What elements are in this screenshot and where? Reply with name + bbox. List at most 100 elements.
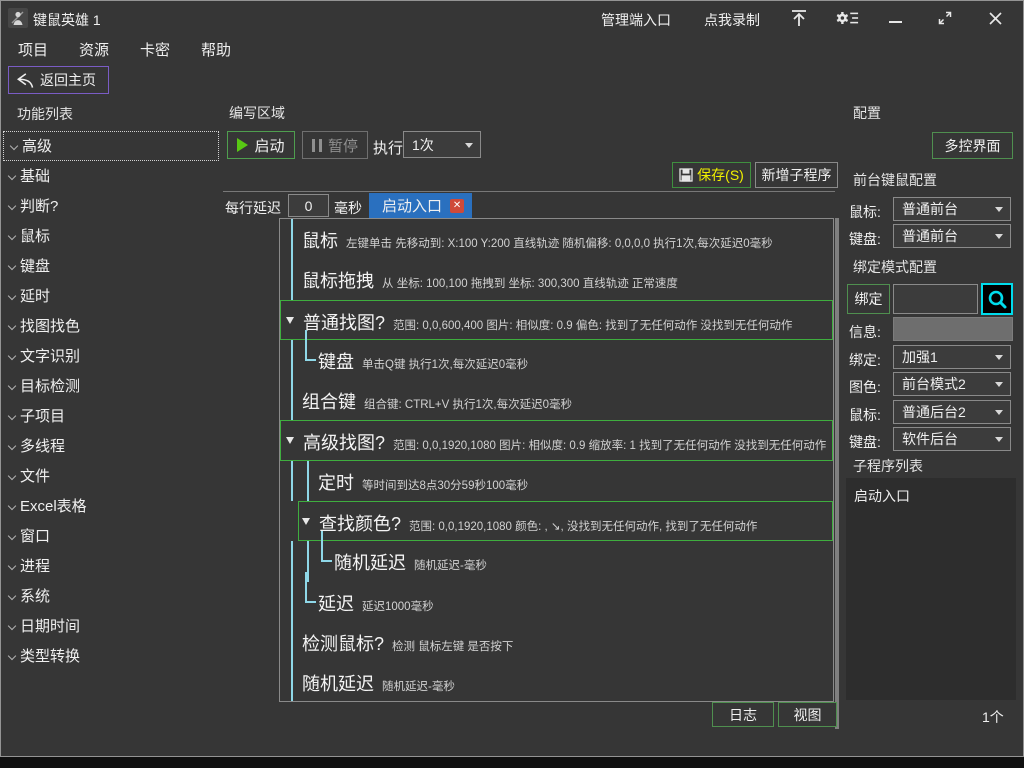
tab-close-icon[interactable]: ✕ (450, 199, 464, 213)
menu-item-项目[interactable]: 项目 (18, 35, 49, 63)
step-row[interactable]: 12随机延迟随机延迟-毫秒 (280, 662, 833, 702)
expander-icon[interactable] (286, 317, 294, 324)
pause-button[interactable]: 暂停 (302, 131, 368, 159)
sidebar-item[interactable]: 基础 (1, 161, 221, 191)
start-button[interactable]: 启动 (227, 131, 295, 159)
new-subprogram-button[interactable]: 新增子程序 (755, 162, 838, 188)
admin-entry-link[interactable]: 管理端入口 (601, 10, 671, 30)
chevron-down-icon (8, 412, 16, 420)
chevron-down-icon (8, 262, 16, 270)
menu-item-卡密[interactable]: 卡密 (140, 35, 171, 63)
chevron-down-icon (8, 502, 16, 510)
chevron-down-icon (8, 562, 16, 570)
maximize-button[interactable] (933, 7, 957, 29)
expander-icon[interactable] (286, 437, 294, 444)
indent-guide (291, 662, 293, 702)
sidebar-item[interactable]: 延时 (1, 281, 221, 311)
fg-keyboard-dropdown[interactable]: 普通前台 (893, 224, 1011, 248)
indent-guide (291, 259, 293, 299)
sidebar-item[interactable]: 找图找色 (1, 311, 221, 341)
color-mode-dropdown[interactable]: 前台模式2 (893, 372, 1011, 396)
step-row[interactable]: 9随机延迟随机延迟-毫秒 (280, 541, 833, 581)
sidebar-item-label: 类型转换 (20, 648, 80, 665)
step-row[interactable]: 3普通找图?范围: 0,0,600,400 图片: 相似度: 0.9 偏色: 找… (280, 300, 833, 340)
close-button[interactable] (983, 7, 1007, 29)
step-title: 键盘 (318, 348, 354, 374)
sidebar-item[interactable]: 子项目 (1, 401, 221, 431)
sidebar-item[interactable]: 进程 (1, 551, 221, 581)
step-row[interactable]: 11检测鼠标?检测 鼠标左键 是否按下 (280, 622, 833, 662)
exec-count-dropdown[interactable]: 1次 (403, 131, 481, 158)
view-button[interactable]: 视图 (778, 702, 837, 727)
step-row[interactable]: 4键盘单击Q键 执行1次,每次延迟0毫秒 (280, 340, 833, 380)
sidebar-item-label: 日期时间 (20, 618, 80, 635)
step-description: 范围: 0,0,1920,1080 图片: 相似度: 0.9 缩放率: 1 找到… (393, 437, 826, 453)
save-button[interactable]: 保存(S) (672, 162, 751, 188)
menubar: 项目 资源 卡密 帮助 (1, 35, 262, 63)
step-row[interactable]: 7定时等时间到达8点30分59秒100毫秒 (280, 461, 833, 501)
log-button[interactable]: 日志 (712, 702, 774, 727)
step-row[interactable]: 8查找颜色?范围: 0,0,1920,1080 颜色: , ↘, 没找到无任何动… (298, 501, 833, 541)
magnifier-icon (987, 289, 1008, 310)
fg-mouse-dropdown[interactable]: 普通前台 (893, 197, 1011, 221)
magnifier-button[interactable] (981, 283, 1013, 315)
step-content: 随机延迟随机延迟-毫秒 (280, 541, 487, 575)
chevron-down-icon (995, 355, 1003, 360)
step-title: 检测鼠标? (302, 630, 384, 656)
step-description: 从 坐标: 100,100 拖拽到 坐标: 300,300 直线轨迹 正常速度 (382, 275, 678, 291)
back-arrow-icon (15, 72, 35, 89)
bg-mouse-dropdown[interactable]: 普通后台2 (893, 400, 1011, 424)
sidebar-item[interactable]: 类型转换 (1, 641, 221, 671)
settings-gear-icon[interactable] (835, 7, 859, 29)
bg-keyboard-dropdown[interactable]: 软件后台 (893, 427, 1011, 451)
sidebar-item[interactable]: Excel表格 (1, 491, 221, 521)
step-row[interactable]: 10延迟延迟1000毫秒 (280, 582, 833, 622)
sidebar-item[interactable]: 系统 (1, 581, 221, 611)
step-description: 随机延迟-毫秒 (382, 678, 455, 694)
app-title: 键鼠英雄 1 (33, 10, 101, 30)
sidebar-item[interactable]: 多线程 (1, 431, 221, 461)
scrollbar[interactable] (835, 218, 839, 729)
sidebar-item[interactable]: 日期时间 (1, 611, 221, 641)
bind-mode-dropdown[interactable]: 加强1 (893, 345, 1011, 369)
step-content: 组合键组合键: CTRL+V 执行1次,每次延迟0毫秒 (280, 380, 572, 414)
editor-section-title: 编写区域 (229, 103, 285, 123)
step-description: 范围: 0,0,1920,1080 颜色: , ↘, 没找到无任何动作, 找到了… (409, 518, 757, 534)
line-delay-label: 每行延迟 (225, 198, 281, 218)
multi-control-button[interactable]: 多控界面 (932, 132, 1013, 159)
sidebar-item[interactable]: 文件 (1, 461, 221, 491)
sidebar-item[interactable]: 高级 (3, 131, 219, 161)
pin-to-top-icon[interactable] (787, 7, 811, 29)
subprogram-item[interactable]: 启动入口 (846, 478, 1016, 506)
tab-start-entry[interactable]: 启动入口 ✕ (369, 193, 472, 218)
sidebar-item[interactable]: 鼠标 (1, 221, 221, 251)
step-row[interactable]: 5组合键组合键: CTRL+V 执行1次,每次延迟0毫秒 (280, 380, 833, 420)
back-home-button[interactable]: 返回主页 (8, 66, 109, 94)
sidebar-item[interactable]: 键盘 (1, 251, 221, 281)
info-label: 信息: (849, 322, 881, 342)
sidebar-item-label: 子项目 (20, 408, 65, 425)
step-row[interactable]: 6高级找图?范围: 0,0,1920,1080 图片: 相似度: 0.9 缩放率… (280, 420, 833, 460)
chevron-down-icon (995, 207, 1003, 212)
minimize-button[interactable] (883, 7, 907, 29)
line-delay-input[interactable] (288, 194, 329, 217)
bind-button[interactable]: 绑定 (847, 284, 890, 314)
menu-item-帮助[interactable]: 帮助 (201, 35, 232, 63)
expander-icon[interactable] (302, 518, 310, 525)
sidebar-item[interactable]: 判断? (1, 191, 221, 221)
record-link[interactable]: 点我录制 (704, 10, 760, 30)
sidebar-item[interactable]: 窗口 (1, 521, 221, 551)
menu-item-资源[interactable]: 资源 (79, 35, 110, 63)
step-content: 检测鼠标? 检测 鼠标左键 是否按下 (280, 622, 513, 656)
indent-guide (291, 219, 293, 259)
step-row[interactable]: 1鼠标左键单击 先移动到: X:100 Y:200 直线轨迹 随机偏移: 0,0… (280, 219, 833, 259)
step-row[interactable]: 2鼠标拖拽从 坐标: 100,100 拖拽到 坐标: 300,300 直线轨迹 … (280, 259, 833, 299)
indent-guide (291, 541, 293, 581)
step-description: 检测 鼠标左键 是否按下 (392, 638, 513, 654)
sidebar-item[interactable]: 目标检测 (1, 371, 221, 401)
sidebar-item[interactable]: 文字识别 (1, 341, 221, 371)
bind-input[interactable] (893, 284, 978, 314)
step-title: 鼠标 (302, 227, 338, 253)
step-description: 左键单击 先移动到: X:100 Y:200 直线轨迹 随机偏移: 0,0,0,… (346, 235, 773, 251)
indent-guide (307, 461, 309, 501)
